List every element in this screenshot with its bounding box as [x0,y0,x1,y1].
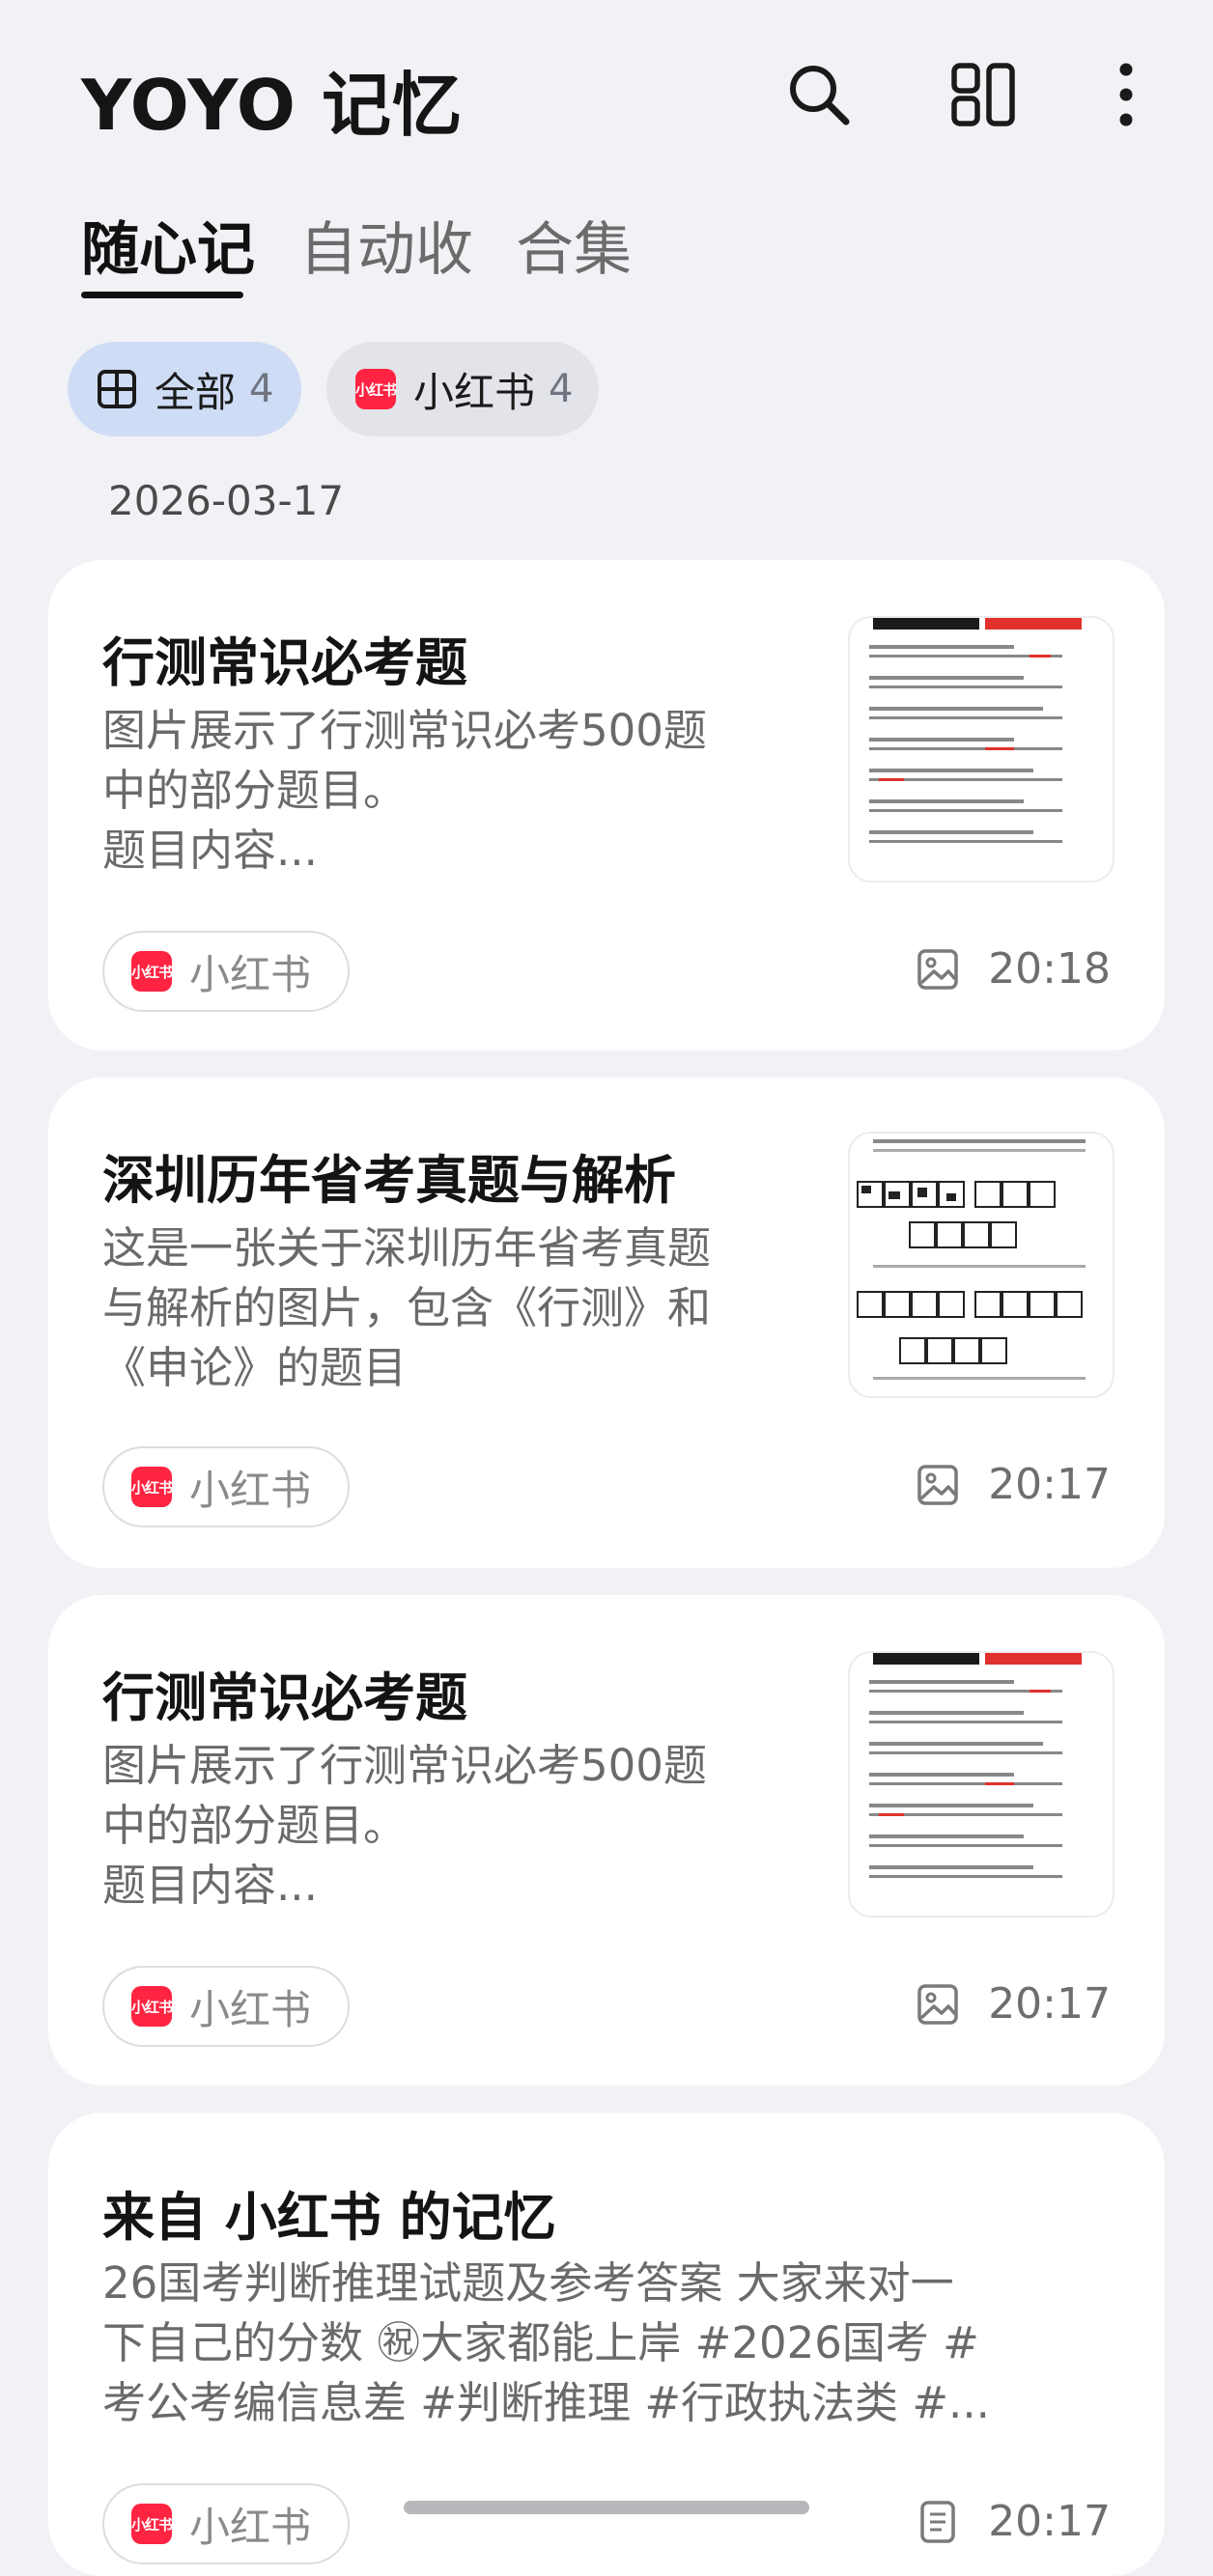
filter-chip-xiaohongshu[interactable]: 小红书 小红书 4 [326,342,599,436]
xiaohongshu-logo: 小红书 [131,2504,173,2544]
card-title: 来自 小红书 的记忆 [102,2187,556,2248]
date-group-header: 2026-03-17 [108,477,345,524]
source-label: 小红书 [189,1985,312,2033]
home-indicator[interactable] [404,2501,809,2514]
app-header: YOYO 记忆 [0,0,1213,193]
active-tab-indicator [81,292,243,298]
filter-chip-label: 小红书 [413,368,536,416]
tab-heji[interactable]: 合集 [516,203,632,287]
memory-card[interactable]: 深圳历年省考真题与解析 这是一张关于深圳历年省考真题 与解析的图片，包含《行测》… [48,1078,1165,1568]
source-chip[interactable]: 小红书 小红书 [102,2483,350,2564]
card-thumbnail[interactable] [848,1132,1114,1398]
xiaohongshu-logo: 小红书 [131,1467,173,1507]
app-title: YOYO 记忆 [81,65,464,146]
source-chip[interactable]: 小红书 小红书 [102,1966,350,2047]
source-label: 小红书 [189,1466,312,1514]
memory-card[interactable]: 行测常识必考题 图片展示了行测常识必考500题 中的部分题目。 题目内容... … [48,560,1165,1050]
card-title: 行测常识必考题 [102,1667,467,1728]
xiaohongshu-logo: 小红书 [131,951,173,992]
card-time: 20:17 [988,2497,1111,2546]
source-chip[interactable]: 小红书 小红书 [102,1446,350,1527]
filter-chip-count: 4 [249,367,274,411]
search-icon[interactable] [778,54,860,135]
tab-suixinji[interactable]: 随心记 [81,203,255,287]
image-icon [917,1464,958,1505]
source-label: 小红书 [189,950,312,998]
filter-chip-count: 4 [549,367,574,411]
tab-zidongshou[interactable]: 自动收 [299,203,473,287]
source-label: 小红书 [189,2503,312,2551]
card-summary: 26国考判断推理试题及参考答案 大家来对一 下自己的分数 ㊗大家都能上岸 #20… [102,2257,990,2428]
card-title: 行测常识必考题 [102,632,467,693]
layout-icon[interactable] [943,54,1024,135]
card-time: 20:17 [988,1979,1111,2029]
image-icon [917,1983,958,2025]
source-chip[interactable]: 小红书 小红书 [102,931,350,1012]
document-icon [920,2500,955,2543]
grid-icon [97,369,137,409]
filter-chip-all[interactable]: 全部 4 [68,342,301,436]
xiaohongshu-logo: 小红书 [355,369,397,409]
filter-chip-label: 全部 [155,368,237,416]
card-summary: 这是一张关于深圳历年省考真题 与解析的图片，包含《行测》和 《申论》的题目 [102,1222,712,1393]
more-icon[interactable] [1086,54,1167,135]
card-time: 20:18 [988,944,1111,994]
card-thumbnail[interactable] [848,1651,1114,1918]
card-summary: 图片展示了行测常识必考500题 中的部分题目。 题目内容... [102,1740,707,1911]
xiaohongshu-logo: 小红书 [131,1986,173,2027]
memory-card[interactable]: 行测常识必考题 图片展示了行测常识必考500题 中的部分题目。 题目内容... … [48,1595,1165,2086]
image-icon [917,948,958,990]
card-title: 深圳历年省考真题与解析 [102,1150,676,1211]
card-time: 20:17 [988,1460,1111,1509]
card-summary: 图片展示了行测常识必考500题 中的部分题目。 题目内容... [102,705,707,876]
card-thumbnail[interactable] [848,616,1114,882]
